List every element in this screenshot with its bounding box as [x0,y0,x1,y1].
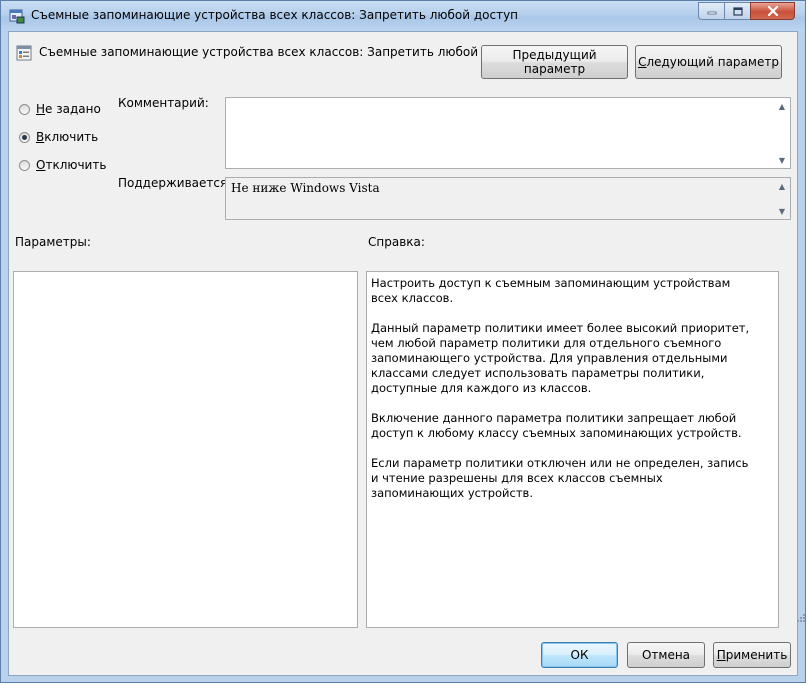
close-icon [767,6,778,16]
maximize-icon [732,6,743,16]
parameters-label: Параметры: [15,235,91,249]
help-text: Настроить доступ к съемным запоминающим … [371,276,756,516]
policy-name: Съемные запоминающие устройства всех кла… [39,45,527,59]
minimize-icon [707,11,716,15]
radio-disabled[interactable]: Отключить [19,158,106,172]
ok-button[interactable]: ОК [541,642,618,668]
apply-button[interactable]: Применить [713,642,791,668]
maximize-button[interactable] [724,2,751,20]
scroll-up-arrow-icon[interactable]: ▲ [775,179,789,193]
next-setting-label: Следующий параметр [638,55,779,69]
next-setting-button[interactable]: Следующий параметр [635,45,782,79]
radio-not-configured-circle[interactable] [19,103,30,115]
group-policy-icon [9,9,25,24]
help-label: Справка: [368,235,425,249]
help-paragraph: Данный параметр политики имеет более выс… [371,321,750,395]
supported-field: Не ниже Windows Vista ▲ ▼ [225,177,791,220]
scroll-down-arrow-icon[interactable]: ▼ [775,204,789,218]
supported-value: Не ниже Windows Vista [231,181,380,195]
minimize-button[interactable] [698,2,725,20]
comment-textarea[interactable]: ▲ ▼ [225,97,791,169]
parameters-panel[interactable] [13,271,358,628]
previous-setting-label: Предыдущий параметр [512,48,597,76]
radio-disabled-circle[interactable] [19,159,30,171]
radio-enabled[interactable]: Включить [19,130,98,144]
radio-enabled-label: Включить [36,130,99,144]
scroll-up-arrow-icon[interactable]: ▲ [775,99,789,113]
supported-label: Поддерживается: [118,176,232,190]
radio-not-configured[interactable]: Не задано [19,102,101,116]
comment-value [226,98,790,104]
help-panel[interactable]: Настроить доступ к съемным запоминающим … [366,271,779,628]
scroll-down-arrow-icon[interactable]: ▼ [775,153,789,167]
title-bar[interactable]: Съемные запоминающие устройства всех кла… [1,1,805,31]
help-paragraph: Если параметр политики отключен или не о… [371,456,749,500]
policy-dialog-window: Съемные запоминающие устройства всех кла… [0,0,806,683]
help-paragraph: Включение данного параметра политики зап… [371,411,742,440]
radio-disabled-label: Отключить [36,158,107,172]
window-title: Съемные запоминающие устройства всех кла… [31,8,519,22]
apply-label: Применить [716,648,788,662]
radio-enabled-circle[interactable] [19,131,30,143]
resize-grip-icon[interactable] [796,613,806,623]
dialog-client-area: Съемные запоминающие устройства всех кла… [8,31,798,676]
close-button[interactable] [750,2,795,20]
help-paragraph: Настроить доступ к съемным запоминающим … [371,276,731,305]
comment-label: Комментарий: [118,96,209,110]
policy-setting-icon [16,45,32,61]
previous-setting-button[interactable]: Предыдущий параметр [481,45,628,79]
radio-not-configured-label: Не задано [36,102,101,116]
cancel-button[interactable]: Отмена [627,642,705,668]
